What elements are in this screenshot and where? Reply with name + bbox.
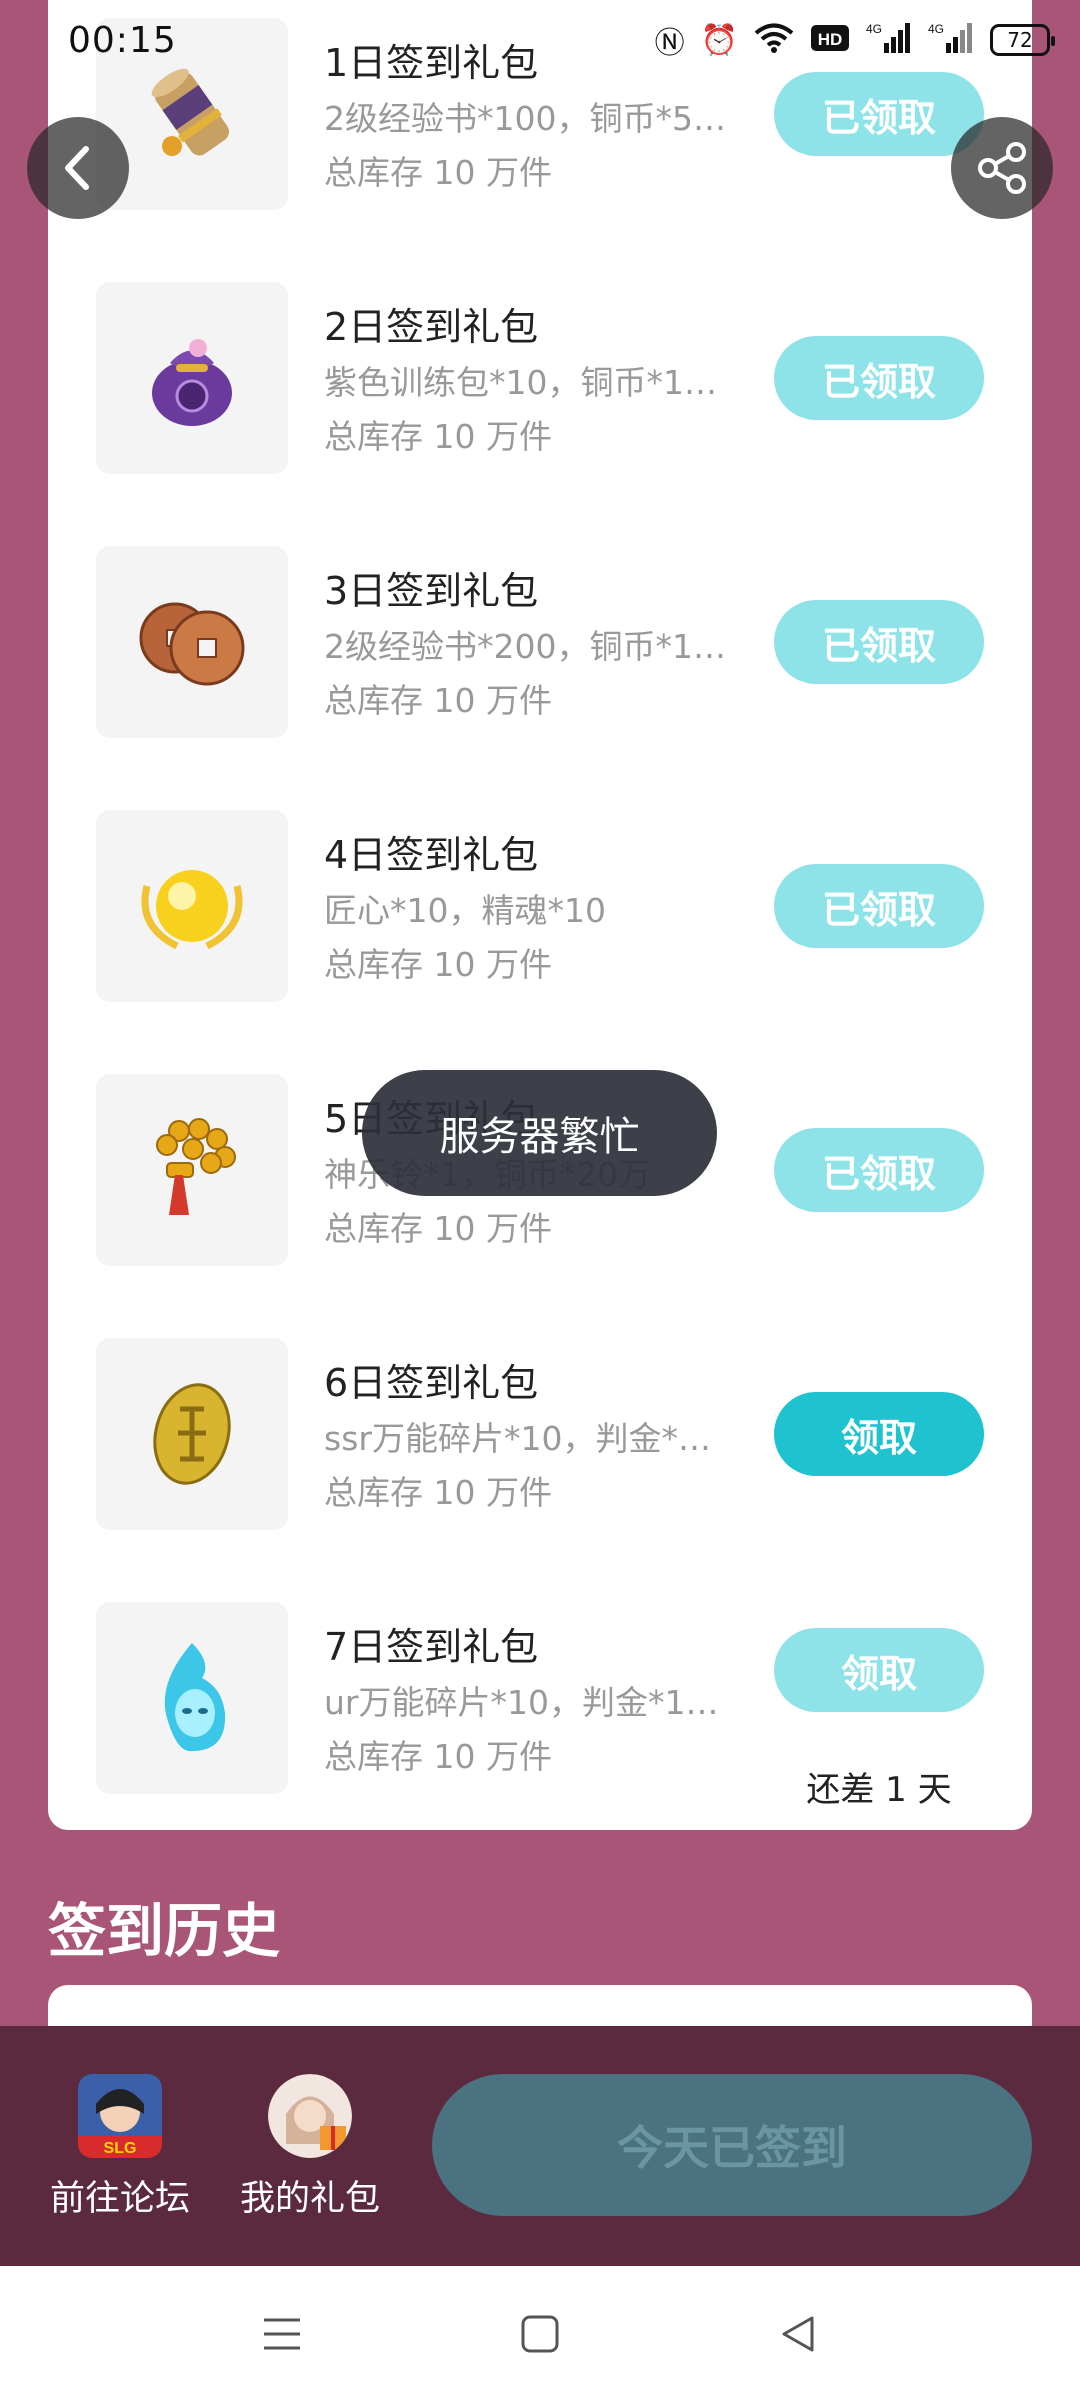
reward-thumbnail [96, 810, 288, 1002]
game-avatar-icon: SLG [78, 2074, 162, 2158]
reward-title: 2日签到礼包 [324, 305, 539, 349]
wifi-icon [754, 22, 794, 58]
signal-4g-icon: 4G [928, 21, 974, 59]
toast-message: 服务器繁忙 [362, 1070, 717, 1196]
claimed-button[interactable]: 已领取 [774, 1128, 984, 1212]
reward-title: 4日签到礼包 [324, 833, 539, 877]
signal-4g-icon: 4G [866, 21, 912, 59]
reward-description: 紫色训练包*10，铜币*1… [324, 363, 717, 402]
reward-thumbnail [96, 1602, 288, 1794]
reward-stock: 总库存 10 万件 [324, 1737, 552, 1776]
reward-title: 7日签到礼包 [324, 1625, 539, 1669]
reward-thumbnail [96, 1338, 288, 1530]
svg-text:4G: 4G [928, 22, 944, 36]
claimed-button[interactable]: 已领取 [774, 600, 984, 684]
reward-stock: 总库存 10 万件 [324, 153, 552, 192]
system-nav-bar [0, 2266, 1080, 2400]
reward-row-day2: 2日签到礼包 紫色训练包*10，铜币*1… 总库存 10 万件 已领取 [48, 282, 1032, 474]
reward-description: 2级经验书*100，铜币*5… [324, 99, 726, 138]
menu-nav-button[interactable] [252, 2304, 312, 2364]
my-gifts-link[interactable]: 我的礼包 [225, 2074, 395, 2221]
history-title: 签到历史 [48, 1897, 281, 1965]
reward-description: ur万能碎片*10，判金*1… [324, 1683, 719, 1722]
reward-description: 2级经验书*200，铜币*1… [324, 627, 726, 666]
reward-description: 匠心*10，精魂*10 [324, 891, 606, 930]
status-icons: Ⓝ ⏰ HD 4G 4G 72 [654, 18, 1055, 62]
reward-title: 3日签到礼包 [324, 569, 539, 613]
claim-button[interactable]: 领取 [774, 1392, 984, 1476]
share-button[interactable] [951, 117, 1053, 219]
claimed-button[interactable]: 已领取 [774, 72, 984, 156]
forum-link[interactable]: SLG 前往论坛 [35, 2074, 205, 2221]
reward-stock: 总库存 10 万件 [324, 1209, 552, 1248]
status-bar: 00:15 Ⓝ ⏰ HD 4G 4G 72 [0, 0, 1080, 80]
reward-row-day7: 7日签到礼包 ur万能碎片*10，判金*1… 总库存 10 万件 领取 还差 1… [48, 1602, 1032, 1810]
back-triangle-icon [782, 2316, 814, 2352]
game-badge-text: SLG [104, 2140, 137, 2157]
days-remaining: 还差 1 天 [806, 1770, 952, 1810]
battery-indicator: 72 [990, 24, 1055, 56]
reward-thumbnail [96, 546, 288, 738]
signed-in-button[interactable]: 今天已签到 [432, 2074, 1032, 2216]
copper-coins-icon [139, 602, 245, 686]
reward-title: 6日签到礼包 [324, 1361, 539, 1405]
gold-koban-icon [153, 1383, 231, 1485]
svg-text:HD: HD [818, 30, 843, 49]
golden-orb-icon [141, 870, 243, 950]
claimed-button[interactable]: 已领取 [774, 864, 984, 948]
reward-stock: 总库存 10 万件 [324, 681, 552, 720]
reward-stock: 总库存 10 万件 [324, 945, 552, 984]
reward-row-day6: 6日签到礼包 ssr万能碎片*10，判金*… 总库存 10 万件 领取 [48, 1338, 1032, 1530]
share-icon [978, 142, 1026, 194]
claimed-button[interactable]: 已领取 [774, 336, 984, 420]
reward-stock: 总库存 10 万件 [324, 417, 552, 456]
hd-icon: HD [810, 23, 850, 57]
reward-stock: 总库存 10 万件 [324, 1473, 552, 1512]
chevron-left-icon [65, 146, 89, 190]
back-button[interactable] [27, 117, 129, 219]
blue-flame-icon [164, 1643, 226, 1752]
menu-icon [264, 2318, 300, 2350]
forum-label: 前往论坛 [49, 2179, 190, 2219]
purple-bag-icon [152, 339, 232, 426]
reward-thumbnail [96, 1074, 288, 1266]
alarm-icon: ⏰ [700, 22, 738, 58]
status-time: 00:15 [68, 19, 177, 61]
gift-avatar-icon [268, 2074, 352, 2158]
back-nav-button[interactable] [768, 2304, 828, 2364]
nfc-icon: Ⓝ [654, 26, 685, 61]
claim-button-locked[interactable]: 领取 [774, 1628, 984, 1712]
reward-description: ssr万能碎片*10，判金*… [324, 1419, 711, 1458]
home-nav-button[interactable] [510, 2304, 570, 2364]
kagura-bell-icon [156, 1118, 236, 1215]
bottom-bar: SLG 前往论坛 我的礼包 今天已签到 [0, 2026, 1080, 2266]
reward-thumbnail [96, 282, 288, 474]
svg-text:4G: 4G [866, 22, 882, 36]
reward-row-day3: 3日签到礼包 2级经验书*200，铜币*1… 总库存 10 万件 已领取 [48, 546, 1032, 738]
reward-row-day4: 4日签到礼包 匠心*10，精魂*10 总库存 10 万件 已领取 [48, 810, 1032, 1002]
home-square-icon [521, 2315, 559, 2353]
my-gifts-label: 我的礼包 [239, 2179, 380, 2219]
